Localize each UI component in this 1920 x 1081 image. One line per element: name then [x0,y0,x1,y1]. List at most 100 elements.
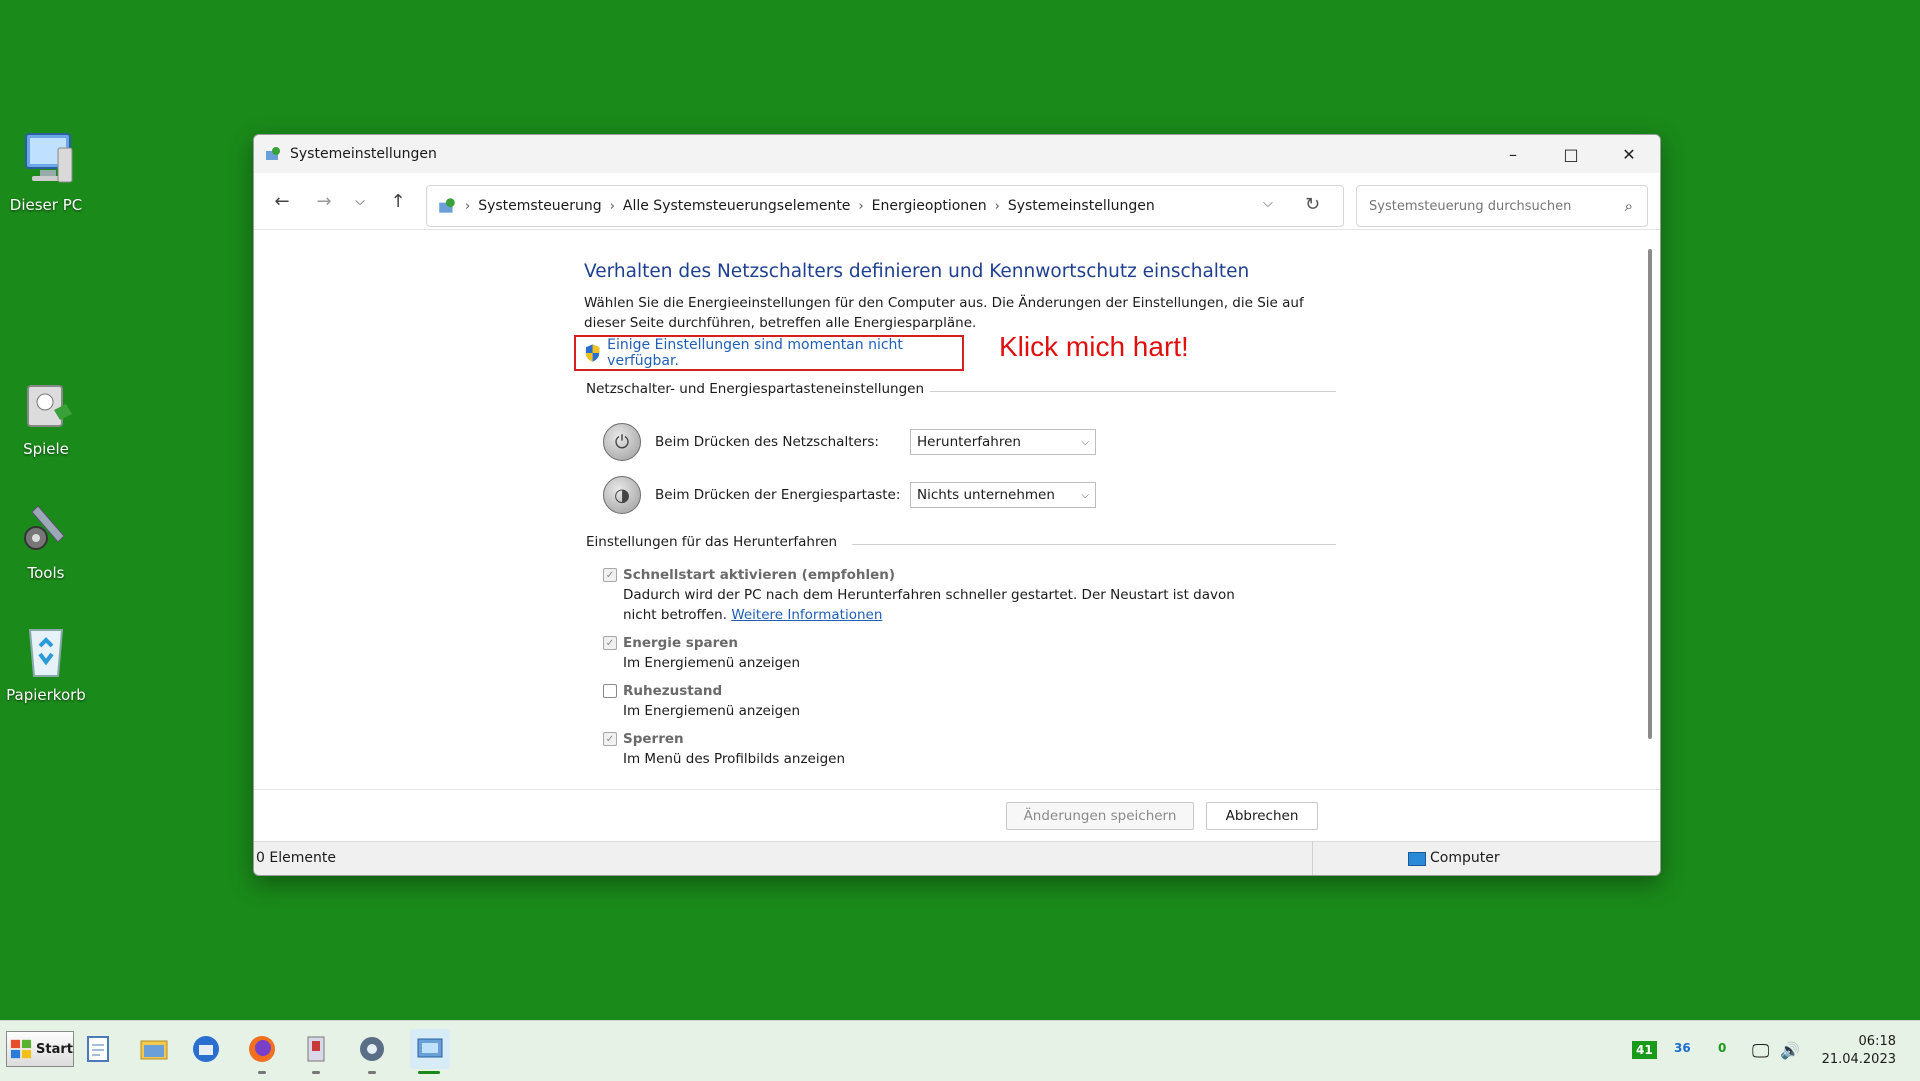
sleep-button-select[interactable]: Nichts unternehmen ⌵ [910,482,1096,508]
arrow-up-icon: ↑ [390,190,406,212]
chevron-down-icon: ⌵ [1081,436,1089,448]
desktop-icon-games[interactable]: Spiele [0,372,92,458]
unavailable-settings-link[interactable]: Einige Einstellungen sind momentan nicht… [607,337,962,369]
control-panel-icon [439,198,455,213]
desktop-icon-recycle-bin[interactable]: Papierkorb [0,618,92,704]
taskbar: Start 41 36 0 🖵 🔊 06:18 21.04.2023 [0,1020,1920,1081]
file-explorer-icon[interactable] [138,1033,170,1065]
power-button-row: ⏻ Beim Drücken des Netzschalters: Herunt… [603,423,1096,461]
dialog-footer: Änderungen speichern Abbrechen [254,789,1660,842]
notepad-icon[interactable] [82,1033,114,1065]
power-button-label: Beim Drücken des Netzschalters: [655,434,879,450]
computer-icon [14,128,78,192]
option-description: Im Menü des Profilbilds anzeigen [623,751,846,767]
option-name: Schnellstart aktivieren (empfohlen) [623,567,896,583]
clock-date: 21.04.2023 [1821,1052,1896,1067]
option-description: Im Energiemenü anzeigen [623,703,801,719]
running-indicator [258,1071,266,1074]
thunderbird-icon[interactable] [190,1033,222,1065]
breadcrumb-systemeinstellungen[interactable]: Systemeinstellungen [1008,198,1155,214]
start-button[interactable]: Start [6,1031,74,1067]
app-archive-icon[interactable] [300,1033,332,1065]
address-bar[interactable]: › Systemsteuerung › Alle Systemsteuerung… [426,185,1344,227]
power-button-value: Herunterfahren [917,434,1021,450]
search-icon[interactable]: ⌕ [1625,197,1633,215]
shutdown-group-title: Einstellungen für das Herunterfahren [586,534,838,550]
games-icon [14,372,78,436]
status-divider [1312,842,1313,875]
page-title: Verhalten des Netzschalters definieren u… [584,261,1250,282]
desktop-icon-label: Spiele [23,440,69,458]
uac-highlight-box: Einige Einstellungen sind momentan nicht… [574,335,964,371]
power-button-select[interactable]: Herunterfahren ⌵ [910,429,1096,455]
breadcrumb-alle-elemente[interactable]: Alle Systemsteuerungselemente [623,198,851,214]
option-name: Sperren [623,731,684,747]
status-bar: 0 Elemente Computer [254,841,1660,875]
tray-indicator-3[interactable]: 0 [1718,1041,1726,1055]
running-indicator [312,1071,320,1074]
group-divider [930,391,1336,392]
fast-startup-checkbox[interactable]: ✓ [603,568,617,582]
tray-indicator-2[interactable]: 36 [1674,1041,1691,1055]
control-panel-taskbar-icon[interactable] [410,1029,450,1069]
breadcrumb-energieoptionen[interactable]: Energieoptionen [872,198,987,214]
recent-locations-button[interactable]: ⌵ [344,187,376,215]
hibernate-checkbox[interactable] [603,684,617,698]
desktop-icon-label: Tools [27,564,65,582]
maximize-button[interactable]: □ [1542,135,1600,173]
search-box[interactable]: ⌕ [1356,185,1648,227]
lock-option: ✓ Sperren Im Menü des Profilbilds anzeig… [603,731,1263,769]
item-count: 0 Elemente [256,850,336,866]
minimize-button[interactable]: – [1484,135,1542,173]
volume-icon[interactable]: 🔊 [1780,1041,1800,1060]
sleep-button-value: Nichts unternehmen [917,487,1055,503]
forward-button[interactable]: → [308,187,340,215]
group-divider [852,544,1336,545]
network-icon[interactable]: 🖵 [1752,1041,1769,1062]
tray-indicator-1[interactable]: 41 [1632,1041,1657,1059]
option-description: Im Energiemenü anzeigen [623,655,801,671]
up-button[interactable]: ↑ [382,187,414,215]
start-label: Start [36,1041,73,1057]
desktop-icon-this-pc[interactable]: Dieser PC [0,128,92,214]
active-indicator [418,1071,440,1074]
hibernate-option: Ruhezustand Im Energiemenü anzeigen [603,683,1263,721]
vertical-scrollbar[interactable] [1648,249,1652,739]
system-clock[interactable]: 06:18 21.04.2023 [1822,1033,1896,1069]
firefox-icon[interactable] [246,1033,278,1065]
fast-startup-option: ✓ Schnellstart aktivieren (empfohlen) Da… [603,567,1263,625]
breadcrumb-separator: › [465,198,471,214]
power-group-title: Netzschalter- und Energiespartasteneinst… [586,381,925,397]
lock-checkbox[interactable]: ✓ [603,732,617,746]
title-bar[interactable]: Systemeinstellungen – □ ✕ [254,135,1660,173]
back-button[interactable]: ← [266,187,298,215]
computer-icon [1408,852,1426,866]
desktop-icon-tools[interactable]: Tools [0,496,92,582]
chevron-down-icon: ⌵ [1081,489,1089,501]
sleep-button-row: ◑ Beim Drücken der Energiespartaste: Nic… [603,476,1096,514]
annotation-text: Klick mich hart! [999,331,1189,362]
cancel-button[interactable]: Abbrechen [1206,802,1318,830]
more-info-link[interactable]: Weitere Informationen [731,607,882,623]
status-location: Computer [1430,850,1500,866]
search-input[interactable] [1367,197,1625,215]
maximize-icon: □ [1563,144,1579,164]
windows-logo-icon [10,1039,32,1059]
settings-gear-icon[interactable] [356,1033,388,1065]
arrow-right-icon: → [316,190,332,212]
address-dropdown-icon[interactable]: ⌵ [1263,196,1273,211]
close-icon: ✕ [1622,144,1636,164]
save-changes-button[interactable]: Änderungen speichern [1006,802,1194,830]
sleep-button-label: Beim Drücken der Energiespartaste: [655,487,901,503]
breadcrumb-systemsteuerung[interactable]: Systemsteuerung [478,198,601,214]
uac-shield-icon [585,344,600,362]
recycle-bin-icon [14,618,78,682]
main-content: Verhalten des Netzschalters definieren u… [254,231,1660,789]
sleep-checkbox[interactable]: ✓ [603,636,617,650]
chevron-down-icon: ⌵ [355,193,365,209]
window-title: Systemeinstellungen [290,146,437,162]
desktop-icon-label: Papierkorb [6,686,86,704]
option-description: Dadurch wird der PC nach dem Herunterfah… [623,587,1235,623]
close-button[interactable]: ✕ [1600,135,1658,173]
refresh-icon[interactable]: ↻ [1305,194,1320,215]
